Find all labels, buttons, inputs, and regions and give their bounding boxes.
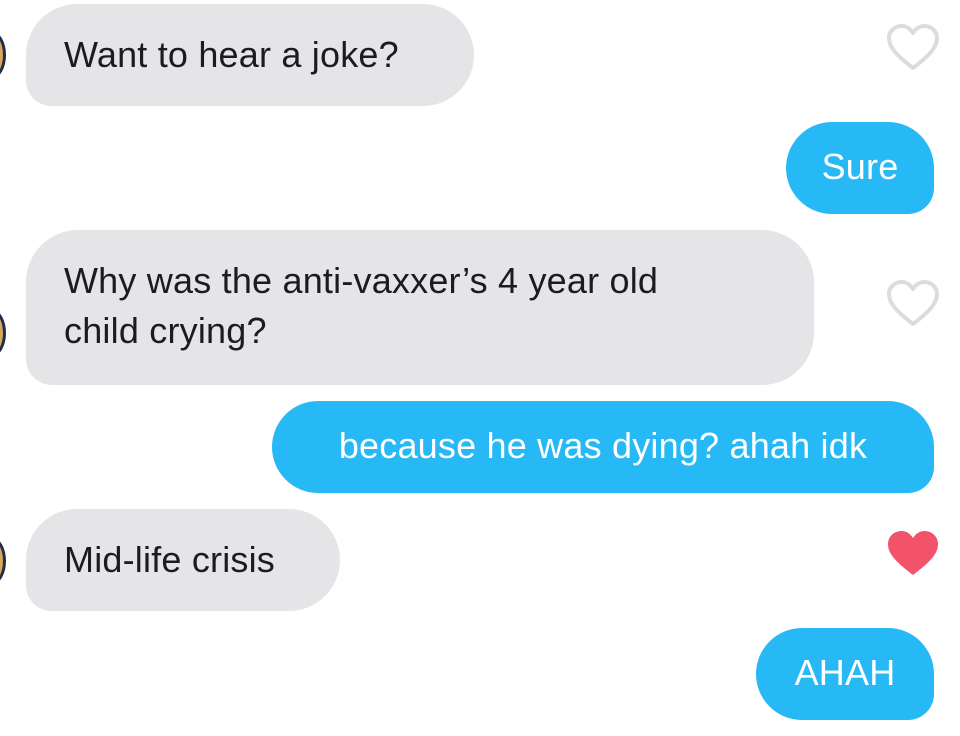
match-avatar[interactable] xyxy=(0,32,6,78)
heart-outline-icon xyxy=(887,24,939,70)
like-button[interactable] xyxy=(886,530,940,578)
message-text-line: Why was the anti-vaxxer’s 4 year old xyxy=(64,260,659,301)
received-message: Why was the anti-vaxxer’s 4 year old chi… xyxy=(26,230,814,385)
message-text: Want to hear a joke? xyxy=(64,34,399,75)
match-avatar[interactable] xyxy=(0,538,6,584)
heart-outline-icon xyxy=(887,280,939,326)
message-text: because he was dying? ahah idk xyxy=(338,425,868,466)
heart-filled-icon xyxy=(888,531,938,575)
sent-message: AHAH xyxy=(756,628,934,720)
message-text: AHAH xyxy=(794,652,896,693)
like-button[interactable] xyxy=(886,24,940,72)
received-message: Want to hear a joke? xyxy=(26,4,474,106)
message-text-line: child crying? xyxy=(64,310,267,351)
message-text: Mid-life crisis xyxy=(64,539,276,580)
match-avatar[interactable] xyxy=(0,310,6,356)
received-message: Mid-life crisis xyxy=(26,509,340,611)
message-text: Sure xyxy=(821,146,899,187)
sent-message: because he was dying? ahah idk xyxy=(272,401,934,493)
like-button[interactable] xyxy=(886,280,940,328)
sent-message: Sure xyxy=(786,122,934,214)
message-thread: Want to hear a joke? Sure Why was the an… xyxy=(0,0,960,736)
